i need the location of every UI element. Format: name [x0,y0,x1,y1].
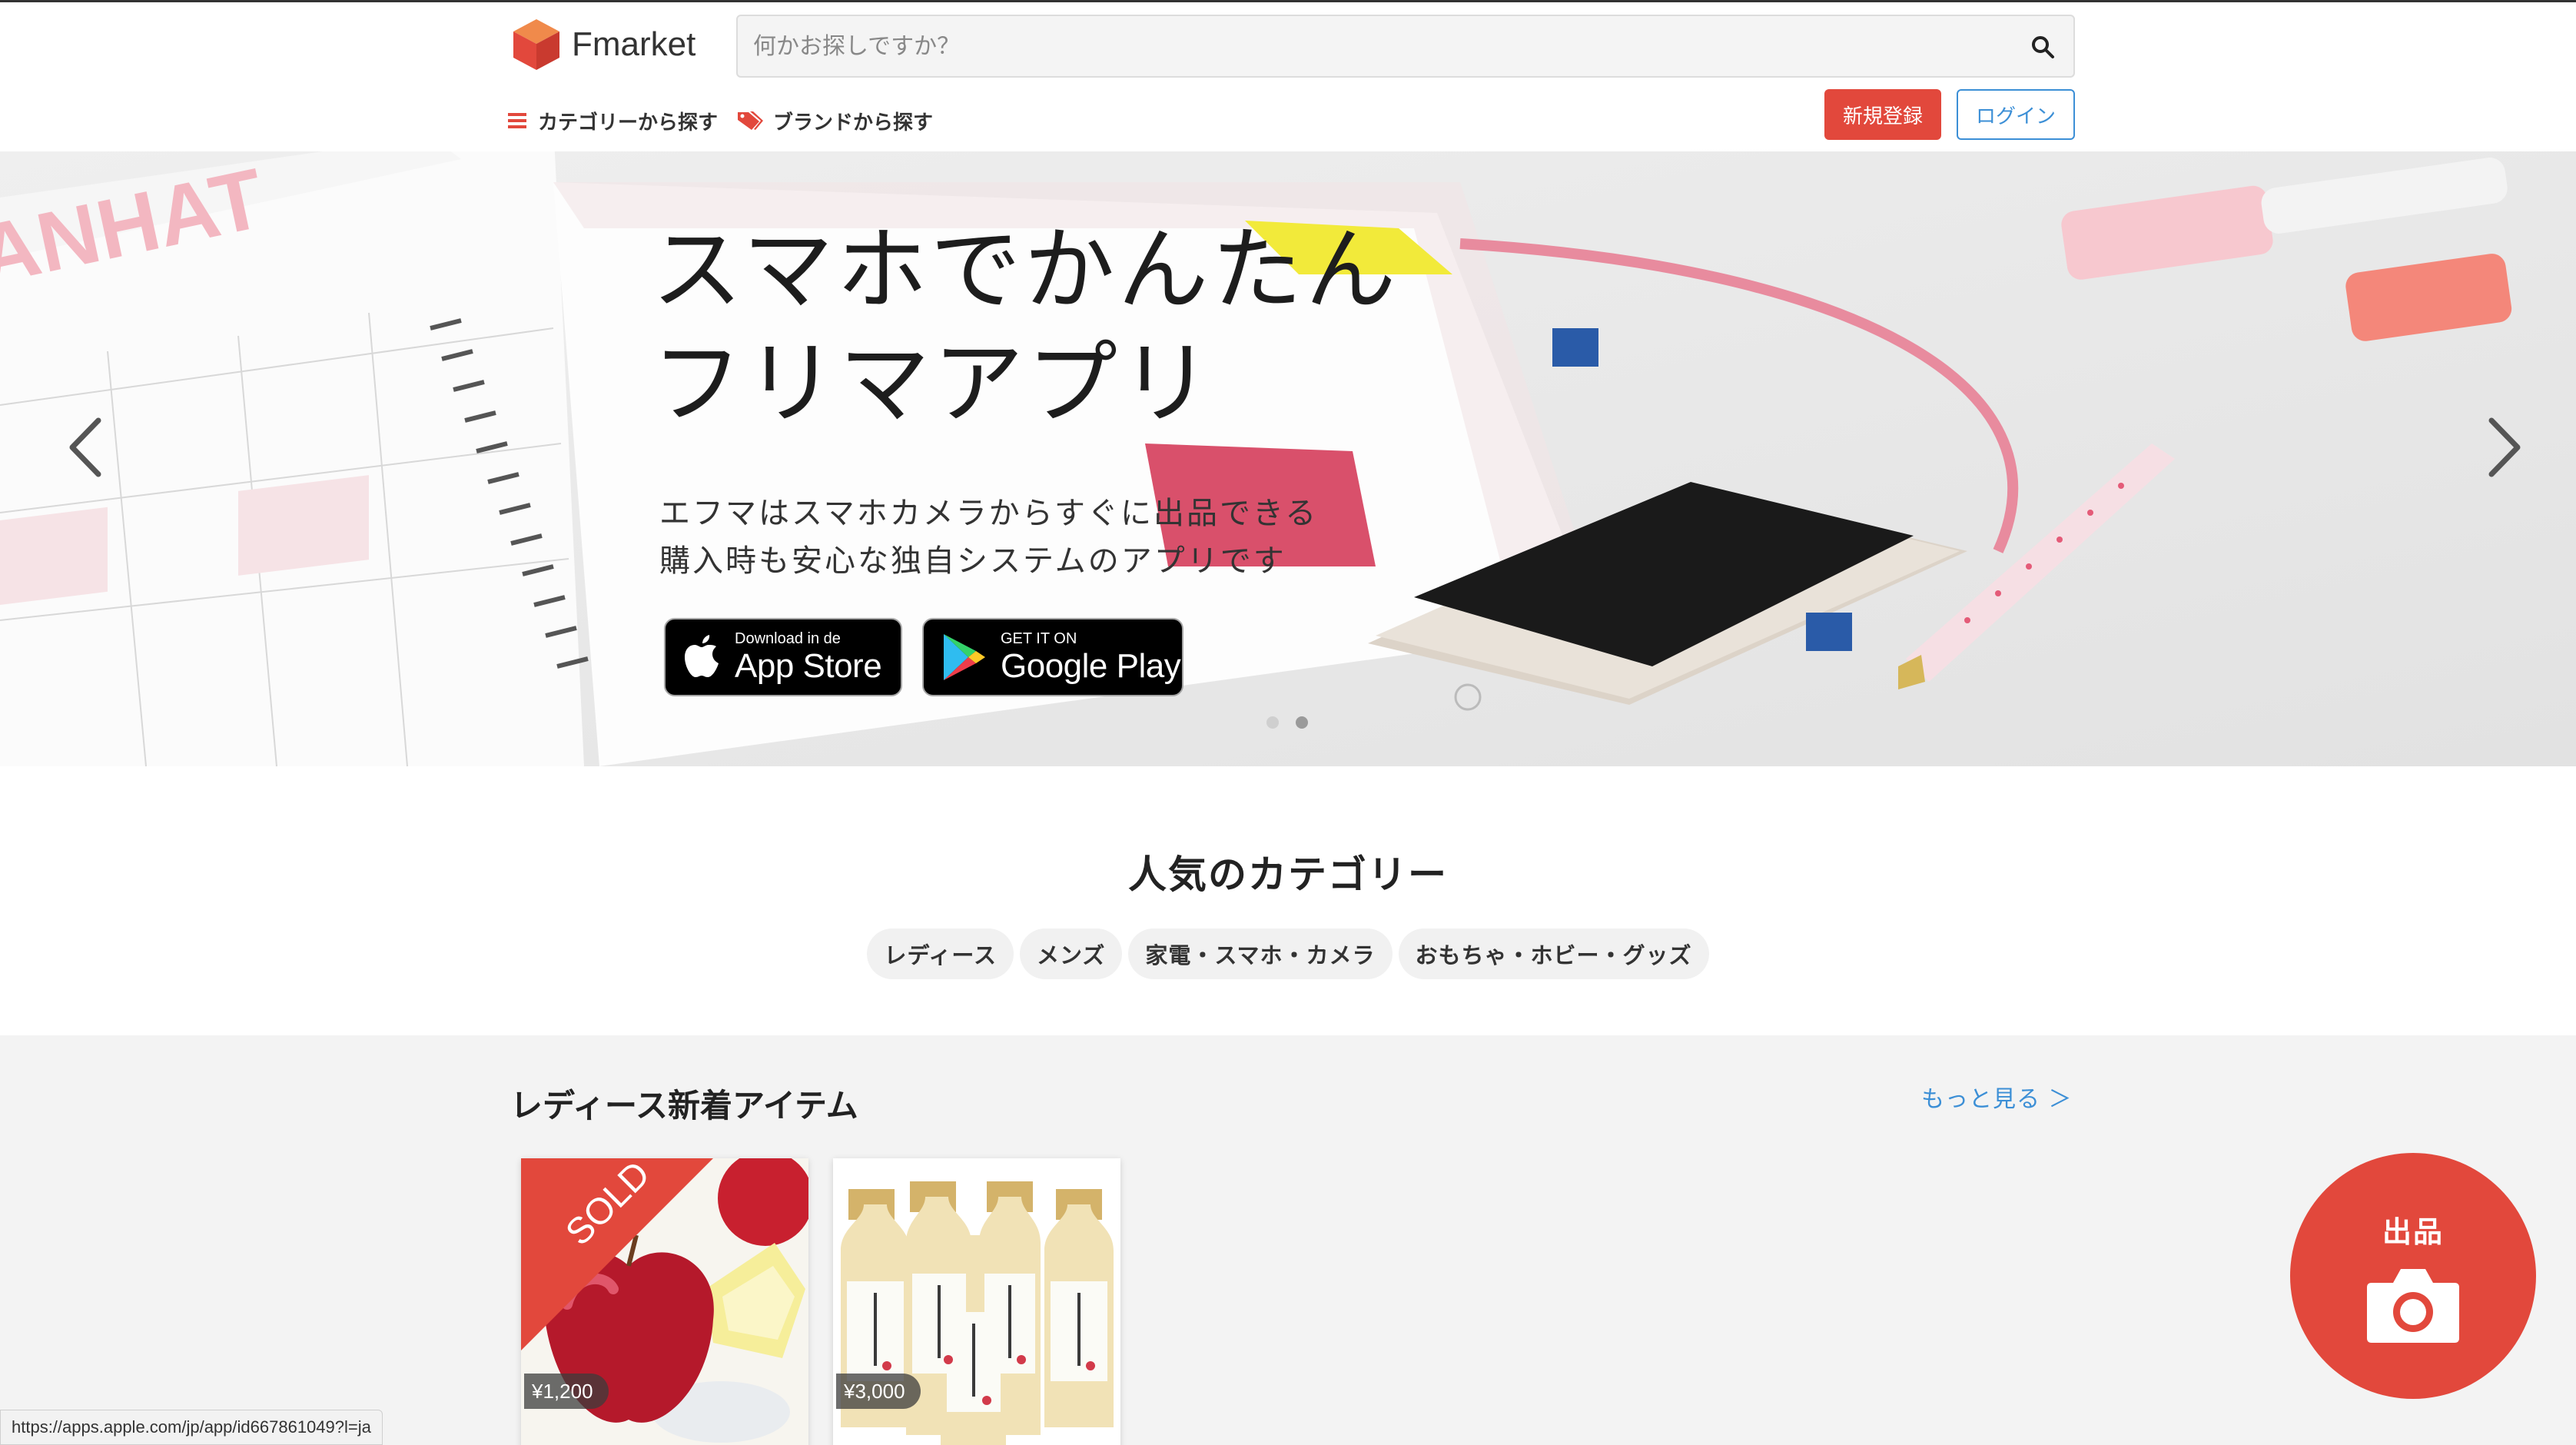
register-button[interactable]: 新規登録 [1824,89,1941,140]
sell-button[interactable]: 出品 [2290,1153,2536,1399]
hero-carousel: ANHAT スマホでかんたん フリマアプリ エフマはスマホカメラからすぐに出品で… [0,151,2576,766]
item-card[interactable]: SOLD ¥1,200 [521,1158,808,1445]
hero-title: スマホでかんたん フリマアプリ [652,213,1399,440]
nav-brand-label: ブランドから探す [773,111,934,135]
more-link[interactable]: もっと見る ＞ [1921,1080,2073,1114]
popular-categories-title: 人気のカテゴリー [1128,852,1448,897]
category-chip-ladies[interactable]: レディース [867,928,1014,979]
sell-button-label: 出品 [2382,1214,2444,1249]
app-store-small-text: Download in de [735,630,841,647]
nav-category-label: カテゴリーから探す [538,111,719,135]
carousel-dot-1[interactable] [1266,716,1279,729]
google-play-big-text: Google Play [1001,647,1181,685]
logo-text: Fmarket [572,25,696,63]
camera-icon [2367,1268,2459,1343]
box-logo-icon [513,19,559,70]
hero-title-line-2: フリマアプリ [652,331,1215,437]
hero-subtitle-line-1: エフマはスマホカメラからすぐに出品できる [659,496,1319,531]
nav-brand-link[interactable]: ブランドから探す [736,105,933,136]
carousel-next-arrow-icon[interactable] [2482,413,2528,482]
login-button[interactable]: ログイン [1957,89,2075,140]
apple-icon [685,635,719,677]
carousel-dot-2[interactable] [1296,716,1308,729]
category-chip-toys[interactable]: おもちゃ・ホビー・グッズ [1398,928,1709,979]
search-input[interactable] [753,16,1998,76]
carousel-prev-arrow-icon[interactable] [61,413,108,482]
logo[interactable]: Fmarket [512,18,695,71]
new-items-title: レディース新着アイテム [510,1087,858,1124]
item-card[interactable]: ¥3,000 [833,1158,1120,1445]
google-play-small-text: GET IT ON [1001,630,1077,647]
search-icon[interactable] [2029,33,2056,61]
google-play-badge[interactable]: GET IT ON Google Play [922,618,1183,696]
price-tag: ¥1,200 [524,1374,609,1409]
carousel-dots [1266,716,1308,729]
status-bar-url: https://apps.apple.com/jp/app/id66786104… [0,1410,383,1445]
site-header: Fmarket カテゴリーから探す ブランドから探す 新規登録 ログイン [0,2,2576,151]
google-play-icon [944,634,985,680]
category-chip-electronics[interactable]: 家電・スマホ・カメラ [1128,928,1393,979]
category-chips: レディース メンズ 家電・スマホ・カメラ おもちゃ・ホビー・グッズ [0,928,2576,979]
hero-subtitle-line-2: 購入時も安心な独自システムのアプリです [659,543,1286,579]
app-store-badge[interactable]: Download in de App Store [664,618,902,696]
price-tag: ¥3,000 [836,1374,921,1409]
hero-title-line-1: スマホでかんたん [652,217,1399,323]
hero-subtitle: エフマはスマホカメラからすぐに出品できる 購入時も安心な独自システムのアプリです [659,490,1318,585]
tag-icon [738,111,763,130]
category-chip-mens[interactable]: メンズ [1019,928,1123,979]
app-store-big-text: App Store [735,647,882,685]
menu-icon [508,113,526,128]
search-box [736,15,2075,78]
new-items-section: レディース新着アイテム もっと見る ＞ SOLD ¥1,200 ¥3,000 [0,1035,2576,1445]
nav-category-link[interactable]: カテゴリーから探す [506,105,718,136]
